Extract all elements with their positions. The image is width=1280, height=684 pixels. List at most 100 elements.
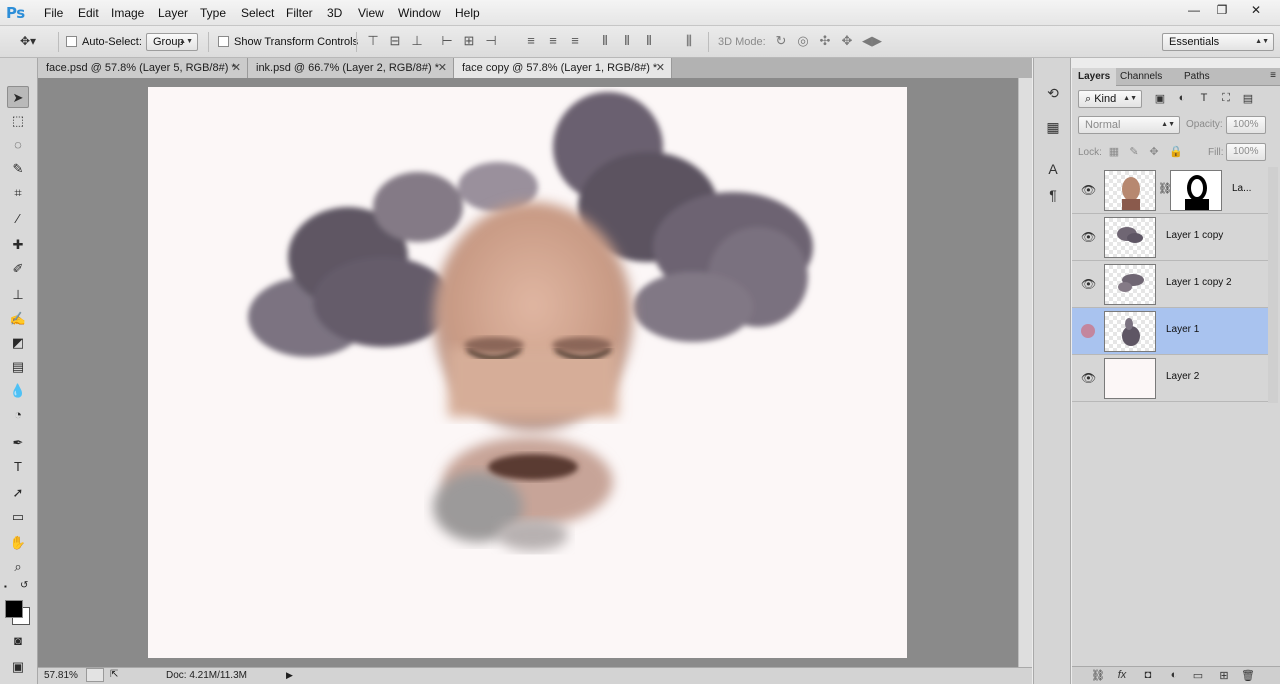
new-group-icon[interactable]: ▭ — [1190, 669, 1206, 682]
menu-help[interactable]: Help — [455, 6, 480, 20]
align-hcenter-icon[interactable]: ⊞ — [462, 34, 476, 48]
3d-scale-icon[interactable]: ◀▶ — [862, 34, 882, 48]
canvas-area[interactable] — [38, 78, 1018, 667]
brush-tool-icon[interactable]: ✐ — [7, 258, 29, 280]
menu-type[interactable]: Type — [200, 6, 226, 20]
blur-tool-icon[interactable]: 💧 — [7, 380, 29, 402]
marquee-tool-icon[interactable]: ⬚ — [7, 110, 29, 132]
distribute-vcenter-icon[interactable]: ≡ — [546, 34, 560, 48]
clone-stamp-tool-icon[interactable]: ⊥ — [7, 284, 29, 306]
menu-file[interactable]: File — [44, 6, 63, 20]
document-canvas[interactable] — [148, 87, 907, 658]
filter-smart-object-icon[interactable]: ▤ — [1240, 92, 1256, 105]
menu-filter[interactable]: Filter — [286, 6, 313, 20]
properties-panel-icon[interactable]: ▦ — [1044, 118, 1062, 136]
distribute-hcenter-icon[interactable]: ⫴ — [620, 34, 634, 48]
menu-image[interactable]: Image — [111, 6, 144, 20]
gradient-tool-icon[interactable]: ▤ — [7, 356, 29, 378]
restore-button[interactable]: ❐ — [1208, 2, 1236, 18]
character-panel-icon[interactable]: A — [1044, 160, 1062, 178]
vertical-scrollbar[interactable] — [1018, 78, 1032, 667]
share-icon[interactable]: ⇱ — [110, 669, 118, 680]
layers-scrollbar[interactable] — [1268, 167, 1278, 403]
3d-slide-icon[interactable]: ✥ — [840, 34, 854, 48]
lock-transparent-icon[interactable]: ▦ — [1106, 145, 1122, 158]
filter-pixel-icon[interactable]: ▣ — [1152, 92, 1168, 105]
menu-3d[interactable]: 3D — [327, 6, 342, 20]
move-tool-icon[interactable]: ➤ — [7, 86, 29, 108]
zoom-tool-icon[interactable]: ⌕ — [7, 556, 29, 578]
auto-select-mode-dropdown[interactable]: Group ▲▼ — [146, 33, 198, 51]
history-brush-tool-icon[interactable]: ✍ — [7, 308, 29, 330]
eyedropper-tool-icon[interactable]: ⁄ — [7, 208, 29, 230]
status-menu-arrow-icon[interactable]: ▶ — [286, 670, 293, 681]
quick-select-tool-icon[interactable]: ✎ — [7, 158, 29, 180]
filter-type-icon[interactable]: T — [1196, 92, 1212, 104]
menu-select[interactable]: Select — [241, 6, 274, 20]
pen-tool-icon[interactable]: ✒ — [7, 432, 29, 454]
fill-field[interactable]: 100% — [1226, 143, 1266, 161]
auto-select-checkbox[interactable] — [66, 36, 77, 47]
distribute-bottom-icon[interactable]: ≡ — [568, 34, 582, 48]
distribute-top-icon[interactable]: ≡ — [524, 34, 538, 48]
visibility-eye-icon[interactable] — [1081, 324, 1095, 338]
type-tool-icon[interactable]: T — [7, 456, 29, 478]
layer-row[interactable]: 👁 Layer 1 copy 2 — [1072, 261, 1268, 308]
lock-all-icon[interactable]: 🔒 — [1168, 145, 1184, 158]
add-mask-icon[interactable]: ◘ — [1140, 669, 1156, 681]
move-tool-preset-icon[interactable]: ✥▾ — [20, 34, 36, 48]
link-layers-icon[interactable]: ⛓ — [1090, 669, 1106, 682]
layer-row-selected[interactable]: Layer 1 — [1072, 308, 1268, 355]
align-vcenter-icon[interactable]: ⊟ — [388, 34, 402, 48]
adjustment-layer-icon[interactable]: ◐ — [1166, 669, 1182, 681]
layer-filter-dropdown[interactable]: ⌕ Kind ▲▼ — [1078, 90, 1142, 108]
align-right-icon[interactable]: ⊣ — [484, 34, 498, 48]
lock-image-icon[interactable]: ✎ — [1126, 145, 1142, 158]
lock-position-icon[interactable]: ✥ — [1146, 145, 1162, 158]
delete-layer-icon[interactable]: 🗑 — [1240, 669, 1256, 682]
close-button[interactable]: ✕ — [1242, 2, 1270, 18]
show-transform-checkbox[interactable] — [218, 36, 229, 47]
new-layer-icon[interactable]: ⊞ — [1216, 669, 1232, 682]
healing-brush-tool-icon[interactable]: ✚ — [7, 234, 29, 256]
rectangle-tool-icon[interactable]: ▭ — [7, 506, 29, 528]
foreground-color-swatch[interactable] — [5, 600, 23, 618]
visibility-eye-icon[interactable]: 👁 — [1081, 371, 1096, 385]
zoom-box[interactable] — [86, 668, 104, 682]
quick-mask-icon[interactable]: ◙ — [7, 630, 29, 652]
tab-ink-psd[interactable]: ink.psd @ 66.7% (Layer 2, RGB/8#) * ✕ — [248, 58, 454, 78]
menu-layer[interactable]: Layer — [158, 6, 188, 20]
close-tab-icon[interactable]: ✕ — [232, 61, 241, 74]
align-top-icon[interactable]: ⊤ — [366, 34, 380, 48]
distribute-right-icon[interactable]: ⫴ — [642, 34, 656, 48]
menu-window[interactable]: Window — [398, 6, 441, 20]
distribute-left-icon[interactable]: ⫴ — [598, 34, 612, 48]
minimize-button[interactable]: — — [1180, 2, 1208, 18]
hand-tool-icon[interactable]: ✋ — [7, 532, 29, 554]
panel-menu-icon[interactable]: ≡ — [1270, 70, 1276, 81]
layer-row[interactable]: 👁 Layer 2 — [1072, 355, 1268, 402]
workspace-dropdown[interactable]: Essentials ▲▼ — [1162, 33, 1274, 51]
visibility-eye-icon[interactable]: 👁 — [1081, 230, 1096, 244]
layer-row[interactable]: 👁 ⛓ La... — [1072, 167, 1268, 214]
crop-tool-icon[interactable]: ⌗ — [7, 182, 29, 204]
screen-mode-icon[interactable]: ▣ — [7, 656, 29, 678]
3d-drag-icon[interactable]: ✣ — [818, 34, 832, 48]
lasso-tool-icon[interactable]: ◌ — [7, 134, 29, 156]
align-left-icon[interactable]: ⊢ — [440, 34, 454, 48]
auto-align-icon[interactable]: ⫼ — [682, 34, 696, 48]
menu-edit[interactable]: Edit — [78, 6, 99, 20]
tab-channels[interactable]: Channels — [1114, 68, 1168, 86]
tab-layers[interactable]: Layers — [1072, 68, 1117, 86]
path-select-tool-icon[interactable]: ➚ — [7, 482, 29, 504]
tab-paths[interactable]: Paths — [1178, 68, 1216, 86]
3d-rotate-icon[interactable]: ↻ — [774, 34, 788, 48]
tab-face-psd[interactable]: face.psd @ 57.8% (Layer 5, RGB/8#) * ✕ — [38, 58, 248, 78]
align-bottom-icon[interactable]: ⊥ — [410, 34, 424, 48]
close-tab-icon[interactable]: ✕ — [438, 61, 447, 74]
dodge-tool-icon[interactable]: ◔ — [7, 404, 29, 426]
history-panel-icon[interactable]: ⟲ — [1044, 84, 1062, 102]
tab-face-copy[interactable]: face copy @ 57.8% (Layer 1, RGB/8#) * ✕ — [454, 58, 672, 78]
paragraph-panel-icon[interactable]: ¶ — [1044, 186, 1062, 204]
filter-adjustment-icon[interactable]: ◐ — [1174, 92, 1190, 104]
